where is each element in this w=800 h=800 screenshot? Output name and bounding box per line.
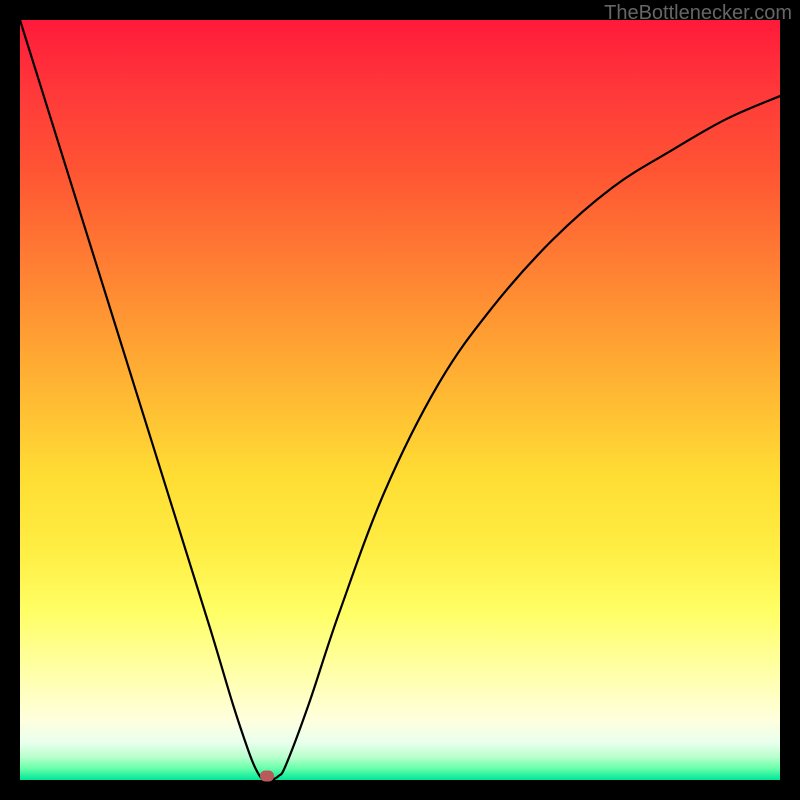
chart-plot-area bbox=[20, 20, 780, 780]
bottleneck-curve-path bbox=[20, 20, 780, 780]
chart-curve-svg bbox=[20, 20, 780, 780]
watermark-text: TheBottlenecker.com bbox=[604, 2, 792, 25]
optimal-point-marker bbox=[260, 771, 274, 782]
